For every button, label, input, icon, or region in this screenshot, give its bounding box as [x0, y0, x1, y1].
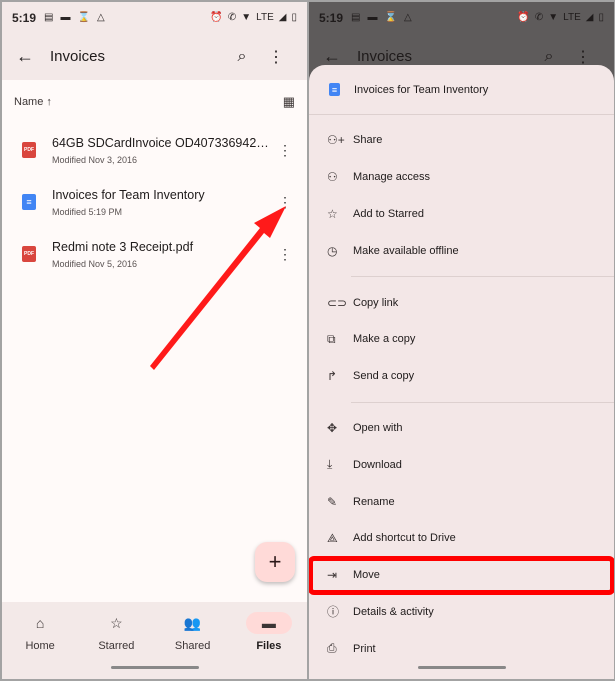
signal-icon: ◢ — [585, 12, 594, 23]
home-icon: ⌂ — [35, 615, 45, 631]
alarm-icon: ⏰ — [517, 12, 530, 23]
menu-label: Details & activity — [353, 605, 434, 618]
back-arrow-icon: ← — [323, 46, 341, 66]
bottom-sheet-menu: ≡ Invoices for Team Inventory ⚇+ Share ⚇ M… — [309, 65, 614, 679]
wifi-icon: ▼ — [548, 12, 559, 23]
menu-label: Make a copy — [353, 333, 416, 346]
gesture-handle — [110, 666, 199, 669]
sheet-header: ≡ Invoices for Team Inventory — [309, 65, 614, 115]
nav-label: Shared — [174, 640, 211, 652]
more-vert-icon: ⋮ — [575, 48, 591, 66]
menu-screen: 5:19 ▤ ▬ ⌛ △ ⏰ ✆ ▼ LTE ◢ ▯ ← Invoices ⌕ … — [309, 2, 614, 679]
menu-item-add-to-starred[interactable]: ☆ Add to Starred — [309, 196, 614, 233]
drive-icon: △ — [403, 12, 412, 23]
menu-label: Rename — [353, 495, 395, 508]
star-icon: ☆ — [110, 614, 123, 631]
menu-item-copy-link[interactable]: ⊂⊃ Copy link — [309, 284, 614, 321]
menu-item-move[interactable]: ⇥ Move — [309, 555, 614, 595]
menu-item-share[interactable]: ⚇+ Share — [309, 122, 614, 159]
menu-label: Copy link — [353, 296, 399, 309]
menu-label: Add to Starred — [353, 207, 424, 220]
notification-icon: ▤ — [351, 12, 361, 23]
sheet-file-name: Invoices for Team Inventory — [354, 83, 489, 96]
add-person-icon: ⚇+ — [327, 133, 345, 148]
nav-home[interactable]: ⌂ Home — [2, 612, 78, 679]
divider — [351, 276, 614, 278]
search-icon: ⌕ — [544, 47, 554, 65]
wifi-call-icon: ✆ — [534, 12, 544, 23]
menu-item-print[interactable]: ⎙ Print — [309, 630, 614, 667]
menu-item-details[interactable]: ⓘ Details & activity — [309, 594, 614, 631]
page-title: Invoices — [357, 48, 413, 65]
files-screen: 5:19 ▤ ▬ ⌛ △ ⏰ ✆ ▼ LTE ◢ ▯ ← Invoices ⌕ … — [2, 2, 307, 679]
pencil-icon: ✎ — [327, 494, 338, 509]
hourglass-icon: ⌛ — [384, 12, 397, 23]
doc-icon: ≡ — [329, 83, 340, 96]
nav-label: Starred — [98, 640, 135, 652]
menu-label: Make available offline — [353, 244, 459, 257]
download-icon: ⤓ — [327, 457, 333, 472]
copy-icon: ⧉ — [327, 331, 336, 346]
menu-item-open-with[interactable]: ✥ Open with — [309, 410, 614, 447]
gesture-handle — [417, 666, 506, 669]
battery-icon: ▯ — [598, 12, 604, 23]
link-icon: ⊂⊃ — [327, 295, 348, 310]
menu-item-rename[interactable]: ✎ Rename — [309, 483, 614, 520]
move-folder-icon: ⇥ — [327, 568, 338, 583]
nav-label: Files — [256, 640, 282, 652]
info-icon: ⓘ — [327, 605, 340, 620]
lte-icon: LTE — [563, 12, 581, 23]
menu-label: Download — [353, 458, 402, 471]
nav-label: Home — [25, 640, 55, 652]
shared-icon: 👥 — [183, 614, 202, 631]
arrow-shape — [150, 206, 286, 370]
menu-item-make-copy[interactable]: ⧉ Make a copy — [309, 321, 614, 358]
folder-icon: ▬ — [245, 612, 292, 634]
menu-item-manage-access[interactable]: ⚇ Manage access — [309, 159, 614, 196]
menu-item-add-shortcut[interactable]: ⟁ Add shortcut to Drive — [309, 520, 614, 557]
drive-shortcut-icon: ⟁ — [327, 530, 338, 545]
open-with-icon: ✥ — [327, 420, 338, 435]
menu-label: Share — [353, 134, 383, 147]
menu-label: Add shortcut to Drive — [353, 532, 456, 545]
bottom-nav: ⌂ Home ☆ Starred 👥 Shared ▬ Files — [2, 602, 307, 679]
menu-item-send-copy[interactable]: ↱ Send a copy — [309, 358, 614, 395]
forward-icon: ↱ — [327, 369, 338, 384]
status-time: 5:19 — [319, 10, 344, 25]
printer-icon: ⎙ — [327, 641, 337, 656]
menu-label: Manage access — [353, 171, 431, 184]
nav-files[interactable]: ▬ Files — [231, 612, 307, 679]
menu-item-download[interactable]: ⤓ Download — [309, 446, 614, 483]
menu-label: Move — [353, 569, 380, 582]
menu-item-offline[interactable]: ◷ Make available offline — [309, 232, 614, 269]
people-icon: ⚇ — [327, 170, 338, 185]
menu-label: Print — [353, 642, 376, 655]
menu-label: Send a copy — [353, 370, 415, 383]
offline-icon: ◷ — [327, 243, 338, 258]
menu-label: Open with — [353, 421, 403, 434]
status-bar: 5:19 ▤ ▬ ⌛ △ ⏰ ✆ ▼ LTE ◢ ▯ — [309, 2, 614, 33]
divider — [351, 401, 614, 403]
new-fab-button[interactable]: + — [255, 542, 295, 582]
star-icon: ☆ — [327, 206, 338, 221]
card-icon: ▬ — [367, 12, 378, 23]
